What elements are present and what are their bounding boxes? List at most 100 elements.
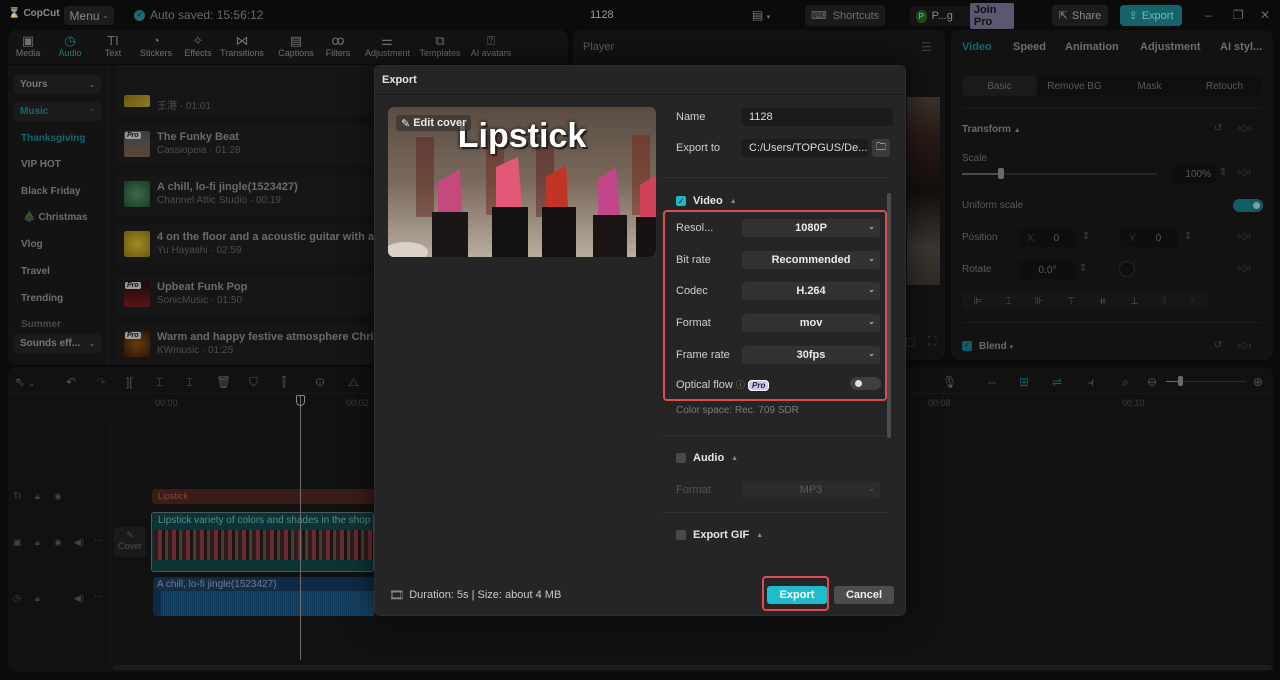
name-input[interactable]: 1128 — [742, 108, 893, 126]
playhead[interactable] — [300, 396, 301, 660]
rotate-input[interactable]: 0.0° — [1019, 261, 1076, 279]
volume-icon[interactable]: ◀) — [74, 593, 84, 604]
transform-heading[interactable]: Transform ▲ — [962, 124, 1021, 135]
audio-checkbox[interactable] — [676, 453, 686, 463]
subcategory-black-friday[interactable]: Black Friday — [21, 186, 80, 197]
song-item[interactable]: Pro Upbeat Funk Pop SonicMusic · 01:50 — [117, 275, 378, 315]
zoom-in-icon[interactable]: ⊕ — [1253, 375, 1263, 389]
video-section-header[interactable]: ✓ Video ▲ — [676, 195, 737, 207]
song-item[interactable]: 王港 · 01:01 — [117, 65, 378, 115]
tool-adjustment[interactable]: ⚌ Adjustment — [365, 33, 410, 58]
ratio-icon[interactable]: ▢ — [905, 335, 915, 348]
cancel-button[interactable]: Cancel — [834, 586, 894, 604]
subcategory-summer[interactable]: Summer — [21, 319, 61, 330]
subcategory-trending[interactable]: Trending — [21, 293, 63, 304]
timeline-scrollbar[interactable] — [113, 665, 1273, 670]
edit-cover-button[interactable]: ✎ Edit cover — [396, 115, 472, 131]
category-music[interactable]: Music ⌃ — [14, 102, 101, 121]
uniform-scale-toggle[interactable] — [1233, 199, 1263, 212]
stepper-icon[interactable]: ⇕ — [1219, 167, 1227, 178]
scale-slider-handle[interactable] — [998, 168, 1004, 179]
tool-ai-avatars[interactable]: ⍰ AI avatars — [469, 33, 513, 58]
linkage-icon[interactable]: ⇌ — [1052, 375, 1062, 389]
song-item[interactable]: Pro The Funky Beat Cassiopeia · 01:28 — [117, 125, 378, 165]
text-clip[interactable]: Lipstick — [152, 489, 374, 504]
tool-media[interactable]: ▣ Media — [6, 33, 50, 58]
join-pro-button[interactable]: Join Pro — [969, 3, 1014, 29]
tool-effects[interactable]: ✧ Effects — [176, 33, 220, 58]
song-item[interactable]: Pro Warm and happy festive atmosphere Chr… — [117, 325, 378, 365]
audio-format-select[interactable]: MP3 ⌄ — [742, 481, 880, 499]
blend-heading[interactable]: Blend ▾ — [979, 341, 1013, 352]
zoom-fit-icon[interactable]: ⌕ — [1122, 375, 1129, 390]
freeze-icon[interactable]: ⫿ — [282, 375, 286, 390]
more-icon[interactable]: ··· — [94, 591, 103, 601]
playhead-handle[interactable] — [296, 395, 305, 406]
subcategory-thanksgiving[interactable]: Thanksgiving — [21, 133, 85, 144]
lock-icon[interactable]: 🔒︎ — [35, 537, 40, 548]
frame-rate-select[interactable]: 30fps ⌄ — [742, 346, 880, 364]
subcategory-vlog[interactable]: Vlog — [21, 239, 43, 250]
bit-rate-select[interactable]: Recommended ⌄ — [742, 251, 880, 269]
export-button[interactable]: Export — [767, 586, 827, 604]
more-icon[interactable]: ··· — [94, 535, 103, 545]
preview-axis-icon[interactable]: ⫞ — [1088, 375, 1094, 390]
zoom-out-icon[interactable]: ⊖ — [1147, 375, 1157, 389]
stepper-icon[interactable]: ⇕ — [1082, 231, 1090, 242]
split-left-icon[interactable]: ⌶ — [156, 375, 163, 390]
reset-icon[interactable]: ↺ — [1214, 340, 1222, 351]
timeline-zoom-handle[interactable] — [1178, 376, 1183, 386]
align-bottom-icon[interactable]: ⊥ — [1130, 296, 1139, 307]
reset-icon[interactable]: ↺ — [1214, 123, 1222, 134]
delete-icon[interactable]: 🗑 — [216, 375, 231, 389]
video-clip[interactable]: Lipstick variety of colors and shades in… — [151, 512, 374, 572]
eye-icon[interactable]: ◉ — [54, 491, 62, 502]
play-circle-icon[interactable]: ⊙ — [315, 375, 325, 389]
tool-captions[interactable]: ▤ Captions — [274, 33, 318, 58]
distribute-h-icon[interactable]: ⫴ — [1162, 296, 1166, 307]
tool-filters[interactable]: ꝏ Filters — [316, 33, 360, 58]
menu-button[interactable]: Menu ⌄ — [64, 6, 114, 25]
cover-button[interactable]: ✎ Cover — [114, 527, 146, 557]
split-right-icon[interactable]: ⌶ — [186, 375, 193, 390]
stepper-icon[interactable]: ⇕ — [1184, 231, 1192, 242]
tool-transitions[interactable]: ⋈ Transitions — [220, 33, 264, 58]
subtab-mask[interactable]: Mask — [1112, 76, 1187, 96]
tool-stickers[interactable]: ◔ Stickers — [134, 33, 178, 58]
subtab-remove-bg[interactable]: Remove BG — [1037, 76, 1112, 96]
song-item[interactable]: 4 on the floor and a acoustic guitar wit… — [117, 225, 378, 265]
audio-section-header[interactable]: Audio ▲ — [676, 452, 738, 464]
export-top-button[interactable]: ⇪ Export — [1120, 5, 1182, 26]
category-sounds-effects[interactable]: Sounds eff... ⌄ — [14, 334, 101, 353]
mirror-icon[interactable]: ⧍ — [348, 375, 359, 390]
browse-folder-button[interactable]: 🗀 — [872, 139, 890, 157]
restore-icon[interactable]: ❐ — [1233, 8, 1244, 22]
minimize-icon[interactable]: – — [1205, 8, 1212, 22]
rotate-dial[interactable] — [1119, 261, 1135, 277]
subcategory-travel[interactable]: Travel — [21, 266, 50, 277]
align-center-h-icon[interactable]: ⌶ — [1006, 296, 1012, 307]
audio-clip[interactable]: A chill, lo-fi jingle(1523427) — [153, 577, 374, 616]
fullscreen-icon[interactable]: ⛶ — [928, 334, 936, 349]
scale-input[interactable]: 100% — [1173, 165, 1216, 183]
format-select[interactable]: mov ⌄ — [742, 314, 880, 332]
align-center-v-icon[interactable]: ⧺ — [1099, 296, 1107, 307]
volume-icon[interactable]: ◀) — [74, 537, 84, 548]
lock-icon[interactable]: 🔒︎ — [35, 491, 40, 502]
tool-templates[interactable]: ⧉ Templates — [418, 33, 462, 58]
share-button[interactable]: ⇱ Share — [1052, 5, 1108, 26]
position-y-input[interactable]: Y0 — [1121, 229, 1178, 247]
subcategory-christmas[interactable]: 🎄︎ Christmas — [23, 212, 87, 223]
align-left-icon[interactable]: ⊫ — [974, 296, 983, 307]
user-account[interactable]: P P...g Join Pro — [910, 3, 1014, 29]
tool-text[interactable]: TI Text — [91, 33, 135, 58]
cover-preview[interactable]: Lipstick ✎ Edit cover — [388, 107, 656, 257]
hamburger-icon[interactable]: ☰ — [921, 40, 932, 54]
export-path-input[interactable]: C:/Users/TOPGUS/De... — [742, 139, 868, 157]
keyframe-icon[interactable]: ‹◇› — [1237, 263, 1251, 274]
auto-snap-icon[interactable]: ⊞ — [1019, 375, 1029, 389]
optical-flow-toggle[interactable] — [850, 377, 881, 390]
distribute-v-icon[interactable]: ≡ — [1189, 296, 1195, 307]
subcategory-vip-hot[interactable]: VIP HOT — [21, 159, 61, 170]
split-icon[interactable]: ][ — [126, 375, 133, 389]
